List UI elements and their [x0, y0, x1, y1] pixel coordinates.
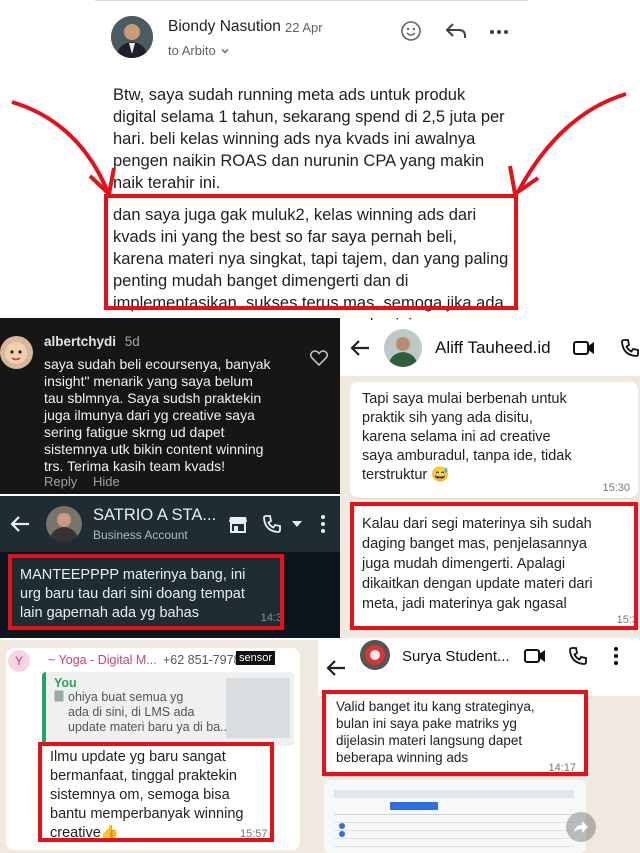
- person-photo-icon: [46, 506, 82, 542]
- chat-header: Surya Student...: [318, 640, 640, 696]
- person-photo-icon: [384, 329, 422, 367]
- forward-icon[interactable]: [566, 812, 596, 842]
- chat-header: Aliff Tauheed.id: [340, 320, 640, 376]
- sender-avatar[interactable]: [111, 16, 153, 58]
- back-arrow-icon[interactable]: [350, 339, 370, 357]
- highlight-box: [104, 194, 518, 310]
- more-options-icon[interactable]: [320, 514, 326, 534]
- comment-panel: albertchydi 5d saya sudah beli ecourseny…: [0, 318, 340, 494]
- email-date: 22 Apr: [285, 20, 323, 35]
- phone-call-icon[interactable]: [262, 514, 282, 534]
- reply-link[interactable]: Reply: [44, 474, 77, 489]
- back-arrow-icon[interactable]: [326, 659, 346, 677]
- emoji-react-icon[interactable]: [400, 20, 422, 42]
- arrow-right-annotation: [500, 84, 640, 204]
- commenter-username[interactable]: albertchydi: [44, 334, 116, 349]
- sender-name[interactable]: ~ Yoga - Digital M...: [48, 653, 157, 667]
- message-time: 15:30: [602, 482, 630, 494]
- call-dropdown-icon[interactable]: [292, 521, 302, 527]
- video-call-icon[interactable]: [524, 648, 546, 664]
- contact-avatar[interactable]: [384, 329, 422, 367]
- email-paragraph-1: Btw, saya sudah running meta ads untuk p…: [113, 86, 505, 192]
- avatar-initial: Y: [14, 654, 23, 668]
- comment-text: saya sudah beli ecoursenya, banyak insig…: [44, 356, 271, 474]
- commenter-avatar[interactable]: [0, 336, 33, 369]
- contact-name[interactable]: Surya Student...: [402, 648, 510, 665]
- chat-surya-panel: Surya Student... Valid banget itu kang s…: [318, 640, 640, 853]
- dashboard-screenshot-image[interactable]: [324, 780, 586, 853]
- group-photo-icon: [360, 640, 390, 670]
- sender-avatar[interactable]: Y: [8, 650, 30, 672]
- business-account-label: Business Account: [93, 528, 188, 542]
- email-panel: Biondy Nasution 22 Apr to Arbito Btw, sa…: [0, 0, 640, 334]
- email-top-divider: [95, 0, 528, 1]
- quoted-message[interactable]: You ohiya buat semua yg ada di sini, di …: [42, 672, 294, 746]
- highlight-box: [38, 742, 274, 842]
- blurred-thumbnail: [226, 678, 290, 738]
- highlight-box: [8, 554, 284, 630]
- heart-icon[interactable]: [310, 350, 328, 366]
- chat-header: SATRIO A STA... Business Account: [0, 496, 340, 552]
- document-icon: [54, 690, 64, 735]
- phone-call-icon[interactable]: [620, 338, 640, 358]
- chat-satrio-panel: SATRIO A STA... Business Account MANTEEP…: [0, 496, 340, 638]
- contact-name[interactable]: SATRIO A STA...: [93, 506, 216, 525]
- message-bubble: Tapi saya mulai berbenah untuk praktik s…: [350, 382, 638, 498]
- recipient-toggle[interactable]: to Arbito: [168, 43, 230, 58]
- recipient-label: to Arbito: [168, 43, 216, 58]
- chat-aliff-panel: Aliff Tauheed.id Tapi saya mulai berbena…: [340, 320, 640, 638]
- highlight-box: [350, 502, 638, 630]
- chat-yoga-panel: Y ~ Yoga - Digital M... +62 851-7978- se…: [0, 640, 318, 853]
- sender-phone: +62 851-7978-: [163, 653, 245, 667]
- sender-name: Biondy Nasution: [168, 18, 281, 35]
- contact-avatar[interactable]: [46, 506, 82, 542]
- reply-icon[interactable]: [444, 21, 468, 41]
- comment-age: 5d: [124, 334, 140, 349]
- contact-name[interactable]: Aliff Tauheed.id: [435, 338, 551, 358]
- person-photo-icon: [111, 16, 153, 58]
- arrow-left-annotation: [0, 90, 120, 205]
- hide-link[interactable]: Hide: [93, 474, 120, 489]
- phone-call-icon[interactable]: [568, 646, 588, 666]
- back-arrow-icon[interactable]: [10, 515, 30, 533]
- sensor-label: sensor: [236, 651, 276, 665]
- highlight-box: [322, 690, 588, 776]
- sweat-smile-emoji: 😅: [431, 467, 450, 483]
- more-options-icon[interactable]: [489, 29, 509, 35]
- comment-header: albertchydi 5d: [44, 334, 140, 349]
- more-options-icon[interactable]: [613, 646, 619, 666]
- contact-avatar[interactable]: [360, 640, 390, 670]
- chevron-down-icon: [220, 46, 230, 56]
- shop-icon[interactable]: [228, 514, 248, 534]
- baby-photo-icon: [0, 336, 33, 369]
- video-call-icon[interactable]: [573, 340, 595, 356]
